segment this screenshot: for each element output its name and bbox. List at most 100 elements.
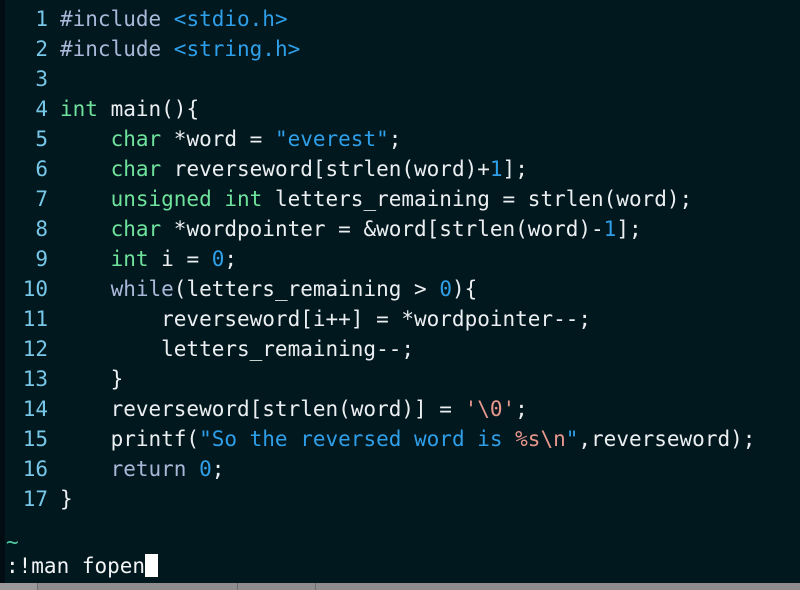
line-number: 2	[35, 37, 48, 61]
line-number: 7	[35, 187, 48, 211]
code-line-text: reverseword[i++] = *wordpointer--;	[48, 304, 800, 334]
code-line[interactable]: 17}	[0, 484, 800, 514]
taskbar-segment-4[interactable]	[316, 583, 800, 590]
code-line[interactable]: 7 unsigned int letters_remaining = strle…	[0, 184, 800, 214]
line-number: 1	[35, 7, 48, 31]
code-line[interactable]: 4 int main(){	[0, 94, 800, 124]
line-number: 4	[35, 97, 48, 121]
token-plain: reverseword[strlen(word)+	[161, 157, 490, 181]
code-line[interactable]: 10 while(letters_remaining > 0){	[0, 274, 800, 304]
vim-command-line[interactable]: :!man fopen	[0, 550, 800, 583]
line-number: 10	[22, 277, 48, 301]
token-plain: main(){	[97, 97, 200, 121]
token-str: <stdio.h>	[173, 7, 288, 31]
code-line[interactable]: 15 printf("So the reversed word is %s\n"…	[0, 424, 800, 454]
token-plain: ];	[616, 217, 642, 241]
line-number: 8	[35, 217, 48, 241]
token-pre: #include	[60, 7, 174, 31]
code-line-text: letters_remaining--;	[48, 334, 800, 364]
code-line[interactable]: 8 char *wordpointer = &word[strlen(word)…	[0, 214, 800, 244]
token-num: 0	[211, 247, 225, 271]
code-line[interactable]: 16 return 0;	[0, 454, 800, 484]
line-number: 14	[22, 397, 48, 421]
token-plain: ];	[502, 157, 528, 181]
token-str: "everest"	[274, 127, 389, 151]
token-pre: #include	[60, 37, 174, 61]
taskbar-segment-2[interactable]	[38, 583, 238, 590]
line-number: 11	[22, 307, 48, 331]
vim-terminal-window[interactable]: 1 #include <stdio.h> 2 #include <string.h> 3…	[0, 0, 800, 590]
text-cursor	[145, 554, 159, 577]
token-kw: unsigned int	[110, 187, 263, 211]
line-number: 13	[22, 367, 48, 391]
taskbar-segment-1[interactable]	[0, 583, 38, 590]
code-line[interactable]: 11 reverseword[i++] = *wordpointer--;	[0, 304, 800, 334]
token-plain: letters_remaining--;	[60, 337, 415, 361]
desktop-taskbar-sliver[interactable]	[0, 583, 800, 590]
token-kw: char	[110, 217, 162, 241]
token-num: 1	[489, 157, 503, 181]
line-number: 3	[35, 67, 48, 91]
token-num: 1	[603, 217, 617, 241]
taskbar-segment-3[interactable]	[238, 583, 316, 590]
line-number: 15	[22, 427, 48, 451]
token-plain: reverseword[i++] = *wordpointer--;	[60, 307, 592, 331]
code-line[interactable]: 2 #include <string.h>	[0, 34, 800, 64]
code-line[interactable]: 6 char reverseword[strlen(word)+1];	[0, 154, 800, 184]
code-line-text: while(letters_remaining > 0){	[48, 274, 800, 304]
line-number: 17	[22, 487, 48, 511]
token-plain: *wordpointer = &word[strlen(word)-	[161, 217, 604, 241]
token-plain: }	[60, 487, 73, 511]
command-line-text: :!man fopen	[6, 554, 146, 578]
token-plain: ;	[224, 247, 238, 271]
token-char: '\0'	[464, 397, 516, 421]
token-kw: int	[110, 247, 149, 271]
token-kw: char	[110, 157, 162, 181]
line-number: 16	[22, 457, 48, 481]
code-line[interactable]: 1 #include <stdio.h>	[0, 4, 800, 34]
code-line-text: }	[48, 484, 800, 514]
code-line[interactable]: 13 }	[0, 364, 800, 394]
code-line[interactable]: 3	[0, 64, 800, 94]
editor-buffer[interactable]: 1 #include <stdio.h> 2 #include <string.h> 3…	[0, 4, 800, 514]
code-line-text: }	[48, 364, 800, 394]
line-number: 6	[35, 157, 48, 181]
code-line-text: return 0;	[48, 454, 800, 484]
code-line-text: reverseword[strlen(word)] = '\0';	[48, 394, 800, 424]
token-pre: while	[110, 277, 174, 301]
code-line[interactable]: 5 char *word = "everest";	[0, 124, 800, 154]
token-plain: ){	[451, 277, 478, 301]
code-line-text: printf("So the reversed word is %s\n",re…	[48, 424, 800, 454]
code-line[interactable]: 14 reverseword[strlen(word)] = '\0';	[0, 394, 800, 424]
token-plain: reverseword[strlen(word)] =	[60, 397, 465, 421]
code-line-text: int main(){	[48, 94, 800, 124]
code-line-text: char *word = "everest";	[48, 124, 800, 154]
token-num: 0	[199, 457, 212, 481]
line-number: 5	[35, 127, 48, 151]
code-line-text: #include <string.h>	[48, 34, 800, 64]
token-plain: ;	[211, 457, 225, 481]
code-line-text: char *wordpointer = &word[strlen(word)-1…	[48, 214, 800, 244]
token-pre: return	[110, 457, 187, 481]
token-plain: ,reverseword);	[578, 427, 756, 451]
code-line-text: #include <stdio.h>	[48, 4, 800, 34]
code-line-text: char reverseword[strlen(word)+1];	[48, 154, 800, 184]
token-plain: }	[60, 367, 124, 391]
token-plain: (letters_remaining >	[173, 277, 440, 301]
token-kw: char	[110, 127, 162, 151]
line-number: 12	[22, 337, 48, 361]
token-str: "	[565, 427, 579, 451]
code-line[interactable]: 9 int i = 0;	[0, 244, 800, 274]
code-line[interactable]: 12 letters_remaining--;	[0, 334, 800, 364]
token-plain: letters_remaining = strlen(word);	[262, 187, 693, 211]
token-plain: i =	[148, 247, 212, 271]
token-str: "So the reversed word is	[199, 427, 516, 451]
